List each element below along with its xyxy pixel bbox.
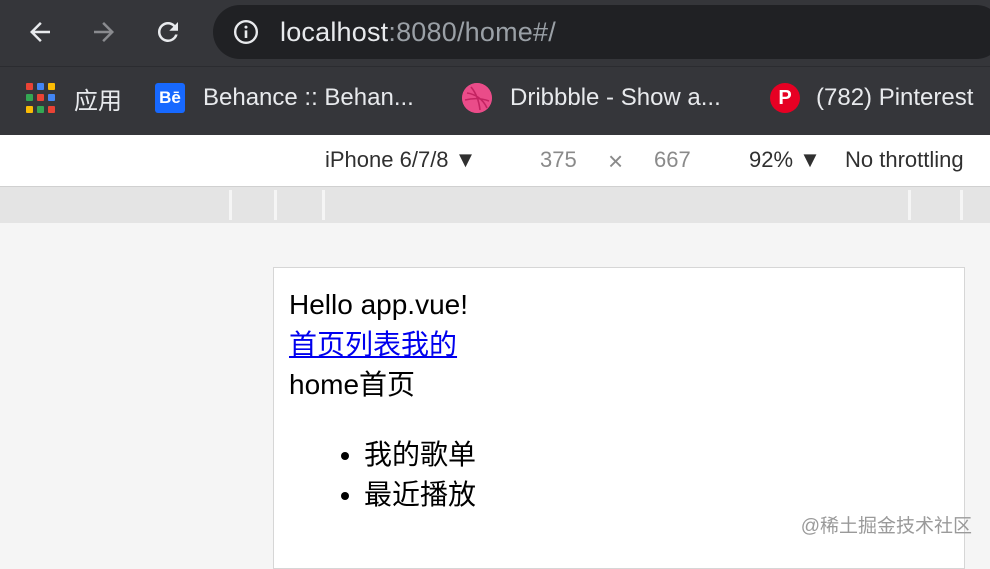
list-item: 我的歌单 [364, 435, 476, 475]
ruler-divider [274, 190, 277, 220]
media-query-ruler [0, 187, 990, 223]
back-button[interactable] [18, 10, 62, 54]
url-text[interactable]: localhost:8080/home#/ [280, 16, 556, 48]
address-bar[interactable]: localhost:8080/home#/ [213, 5, 990, 59]
bookmark-pinterest[interactable]: P (782) Pinterest [770, 81, 973, 115]
nav-links: 首页列表我的 [289, 325, 457, 365]
zoom-select[interactable]: 92% ▼ [749, 146, 821, 174]
bookmark-behance[interactable]: Bē Behance :: Behan... [155, 81, 414, 115]
reload-icon [157, 21, 178, 42]
browser-toolbar: localhost:8080/home#/ [0, 0, 990, 66]
ruler-divider [960, 190, 963, 220]
nav-link-mine[interactable]: 我的 [401, 329, 457, 360]
forward-button[interactable] [82, 10, 126, 54]
ruler-divider [322, 190, 325, 220]
bookmark-label: 应用 [74, 87, 122, 115]
ruler-divider [908, 190, 911, 220]
device-toolbar: iPhone 6/7/8 ▼ 375 × 667 92% ▼ No thrott… [0, 135, 990, 187]
bookmark-label: Behance :: Behan... [203, 84, 414, 111]
bookmark-label: (782) Pinterest [816, 84, 974, 111]
viewport-width-input[interactable]: 375 [540, 146, 577, 174]
throttling-select[interactable]: No throttling [845, 146, 964, 174]
watermark: @稀土掘金技术社区 [800, 516, 972, 537]
bookmark-apps[interactable]: 应用 [26, 81, 122, 115]
bookmark-dribbble[interactable]: Dribbble - Show a... [462, 81, 721, 115]
behance-icon: Bē [155, 83, 185, 113]
dribbble-icon [462, 83, 492, 113]
song-list: 我的歌单 最近播放 [289, 435, 476, 515]
nav-link-list[interactable]: 列表 [345, 329, 401, 360]
bookmarks-bar: 应用 Bē Behance :: Behan... Dribbble - Sho… [0, 66, 990, 135]
nav-link-home[interactable]: 首页 [289, 329, 345, 360]
url-path: :8080/home#/ [388, 17, 556, 47]
viewport-height-input[interactable]: 667 [654, 146, 691, 174]
back-arrow-icon [30, 22, 50, 42]
reload-button[interactable] [146, 10, 190, 54]
info-icon[interactable] [233, 19, 259, 45]
device-select[interactable]: iPhone 6/7/8 ▼ [325, 146, 476, 174]
apps-grid-icon [26, 83, 56, 113]
times-icon: × [608, 146, 624, 176]
list-item: 最近播放 [364, 475, 476, 515]
app-title: Hello app.vue! [289, 289, 469, 320]
bookmark-label: Dribbble - Show a... [510, 84, 721, 111]
ruler-divider [229, 190, 232, 220]
url-host: localhost [280, 17, 389, 47]
forward-arrow-icon [94, 22, 114, 42]
page-heading: home首页 [289, 369, 416, 400]
pinterest-icon: P [770, 83, 800, 113]
